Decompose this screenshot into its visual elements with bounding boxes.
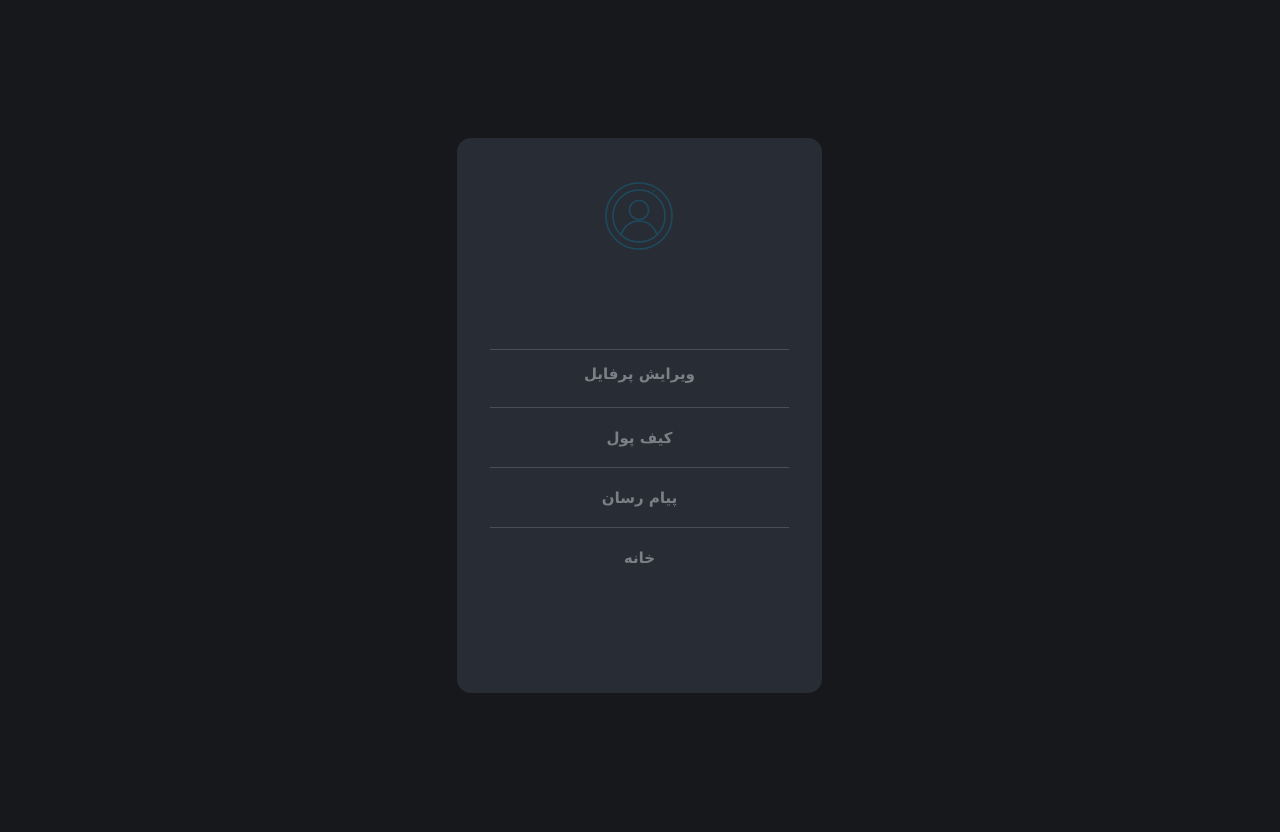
menu-item-wallet[interactable]: کیف پول [490, 407, 789, 467]
menu-item-label: کیف پول [606, 428, 673, 447]
user-avatar-icon[interactable] [604, 181, 674, 251]
menu-item-label: پیام رسان [601, 488, 678, 507]
menu-item-label: خانه [623, 549, 656, 567]
menu-item-edit-profile[interactable]: ویرایش پرفایل [490, 349, 789, 407]
profile-menu: ویرایش پرفایل کیف پول پیام رسان خانه [490, 349, 789, 586]
menu-item-label: ویرایش پرفایل [584, 365, 695, 383]
menu-item-messenger[interactable]: پیام رسان [490, 467, 789, 527]
menu-item-home[interactable]: خانه [490, 527, 789, 586]
profile-menu-card: ویرایش پرفایل کیف پول پیام رسان خانه [457, 138, 822, 693]
